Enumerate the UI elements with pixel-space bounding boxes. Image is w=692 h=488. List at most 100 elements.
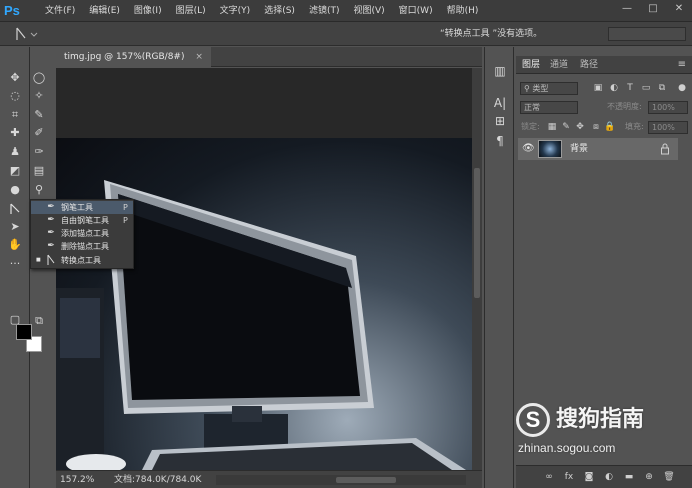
- hand-tool-icon[interactable]: ✋: [8, 238, 22, 252]
- delete-layer-icon[interactable]: 🗑: [662, 470, 676, 484]
- vertical-scrollbar[interactable]: [472, 68, 482, 470]
- menu-view[interactable]: 视图(V): [346, 0, 391, 22]
- add-mask-icon[interactable]: ◙: [582, 470, 596, 484]
- crop-tool-icon[interactable]: ⌗: [8, 108, 22, 122]
- brush-tool-icon[interactable]: ✐: [32, 126, 46, 140]
- filter-adjustment-icon[interactable]: ◐: [608, 82, 620, 95]
- menu-type[interactable]: 文字(Y): [213, 0, 258, 22]
- tab-paths[interactable]: 路径: [580, 56, 598, 74]
- freeform-pen-icon: ✒: [47, 215, 55, 225]
- foreground-color-swatch[interactable]: [16, 324, 32, 340]
- flyout-item-label: 自由钢笔工具: [61, 216, 109, 225]
- opacity-field[interactable]: 100%: [648, 101, 688, 114]
- pen-icon: ✒: [47, 202, 55, 212]
- convert-point-icon[interactable]: [14, 26, 42, 42]
- lock-row: 锁定: ▦ ✎ ✥ ⧈ 🔒 填充: 100%: [518, 119, 690, 137]
- eye-icon[interactable]: 👁: [522, 142, 535, 156]
- lock-all-icon[interactable]: 🔒: [604, 121, 616, 134]
- character-panel-icon[interactable]: A|: [492, 95, 508, 111]
- filter-type-icon[interactable]: T: [624, 82, 636, 95]
- path-selection-icon[interactable]: ➤: [8, 220, 22, 234]
- minimize-button[interactable]: —: [616, 2, 638, 16]
- lock-transparent-icon[interactable]: ▦: [546, 121, 558, 134]
- lasso-tool-icon[interactable]: ◌: [8, 89, 22, 103]
- flyout-item-add-anchor[interactable]: ✒ 添加锚点工具: [31, 227, 133, 240]
- close-button[interactable]: ✕: [668, 2, 690, 16]
- pen-tool-icon[interactable]: [8, 202, 22, 216]
- marquee-tool-icon[interactable]: ◯: [32, 71, 46, 85]
- menu-filter[interactable]: 滤镜(T): [302, 0, 347, 22]
- horizontal-scroll-thumb[interactable]: [336, 477, 396, 483]
- canvas-area[interactable]: [56, 68, 472, 470]
- menu-window[interactable]: 窗口(W): [392, 0, 440, 22]
- maximize-button[interactable]: □: [642, 2, 664, 16]
- new-group-icon[interactable]: ▬: [622, 470, 636, 484]
- tab-close-icon[interactable]: ×: [195, 52, 203, 62]
- filter-pixel-icon[interactable]: ▣: [592, 82, 604, 95]
- link-layers-icon[interactable]: ∞: [542, 470, 556, 484]
- flyout-item-shortcut: P: [123, 203, 128, 212]
- eyedropper-icon[interactable]: ✎: [32, 108, 46, 122]
- filter-smart-icon[interactable]: ⧉: [656, 82, 668, 95]
- watermark-url: zhinan.sogou.com: [518, 441, 616, 455]
- blend-mode-select[interactable]: 正常: [520, 101, 578, 114]
- layer-filter-label: 类型: [532, 84, 549, 93]
- sogou-logo-letter: S: [525, 407, 541, 432]
- filter-toggle-icon[interactable]: ●: [676, 82, 688, 95]
- layer-style-icon[interactable]: fx: [562, 470, 576, 484]
- flyout-item-label: 转换点工具: [61, 256, 101, 265]
- menu-help[interactable]: 帮助(H): [440, 0, 486, 22]
- status-bar: 157.2% 文档:784.0K/784.0K: [56, 470, 482, 488]
- clone-stamp-icon[interactable]: ♟: [8, 145, 22, 159]
- document-image[interactable]: [56, 138, 472, 470]
- gradient-tool-icon[interactable]: ▤: [32, 164, 46, 178]
- healing-brush-icon[interactable]: ✚: [8, 126, 22, 140]
- lock-artboard-icon[interactable]: ⧈: [590, 121, 602, 134]
- flyout-item-delete-anchor[interactable]: ✒ 删除锚点工具: [31, 240, 133, 253]
- flyout-item-freeform-pen[interactable]: ✒ 自由钢笔工具 P: [31, 214, 133, 227]
- document-tab-bar: timg.jpg @ 157%(RGB/8#) ×: [56, 47, 482, 67]
- opacity-label: 不透明度:: [607, 102, 642, 111]
- layer-name: 背景: [570, 144, 589, 154]
- paragraph-panel-icon[interactable]: ¶: [492, 133, 508, 149]
- history-panel-icon[interactable]: ▥: [492, 63, 508, 79]
- more-tools-icon[interactable]: ···: [8, 257, 22, 271]
- blur-tool-icon[interactable]: ●: [8, 183, 22, 197]
- menu-file[interactable]: 文件(F): [38, 0, 82, 22]
- menu-select[interactable]: 选择(S): [257, 0, 302, 22]
- tab-layers[interactable]: 图层: [522, 56, 540, 74]
- zoom-level[interactable]: 157.2%: [60, 471, 94, 488]
- horizontal-scrollbar[interactable]: [216, 475, 466, 485]
- flyout-item-pen[interactable]: ✒ 钢笔工具 P: [31, 201, 133, 214]
- layer-row[interactable]: 👁 背景: [518, 138, 678, 160]
- adjustment-layer-icon[interactable]: ◐: [602, 470, 616, 484]
- vertical-scroll-thumb[interactable]: [474, 168, 480, 298]
- layer-comps-icon[interactable]: ⊞: [492, 113, 508, 129]
- layer-filter-select[interactable]: ⚲ 类型: [520, 82, 578, 95]
- document-tab-title: timg.jpg @ 157%(RGB/8#): [64, 52, 185, 62]
- dodge-tool-icon[interactable]: ⚲: [32, 183, 46, 197]
- eraser-tool-icon[interactable]: ◩: [8, 164, 22, 178]
- magic-wand-icon[interactable]: ✧: [32, 89, 46, 103]
- move-tool-icon[interactable]: ✥: [8, 71, 22, 85]
- filter-shape-icon[interactable]: ▭: [640, 82, 652, 95]
- new-layer-icon[interactable]: ⊕: [642, 470, 656, 484]
- flyout-item-shortcut: P: [123, 216, 128, 225]
- menu-layer[interactable]: 图层(L): [169, 0, 213, 22]
- tab-channels[interactable]: 通道: [550, 56, 568, 74]
- lock-pixels-icon[interactable]: ✎: [560, 121, 572, 134]
- panel-menu-icon[interactable]: ≡: [678, 56, 686, 74]
- window-controls: — □ ✕: [616, 2, 690, 16]
- add-anchor-icon: ✒: [47, 228, 55, 238]
- workspace-selector[interactable]: [608, 27, 686, 41]
- menu-image[interactable]: 图像(I): [127, 0, 169, 22]
- pen-tools-flyout: ✒ 钢笔工具 P ✒ 自由钢笔工具 P ✒ 添加锚点工具 ✒ 删除锚点工具 ■ …: [30, 199, 134, 269]
- screen-mode-icon[interactable]: ⧉: [32, 314, 46, 328]
- fill-field[interactable]: 100%: [648, 121, 688, 134]
- history-brush-icon[interactable]: ✑: [32, 145, 46, 159]
- flyout-item-convert-point[interactable]: ■ 转换点工具: [31, 254, 133, 267]
- menu-edit[interactable]: 编辑(E): [82, 0, 127, 22]
- document-tab[interactable]: timg.jpg @ 157%(RGB/8#) ×: [56, 47, 211, 67]
- lock-label: 锁定:: [521, 122, 540, 131]
- lock-position-icon[interactable]: ✥: [574, 121, 586, 134]
